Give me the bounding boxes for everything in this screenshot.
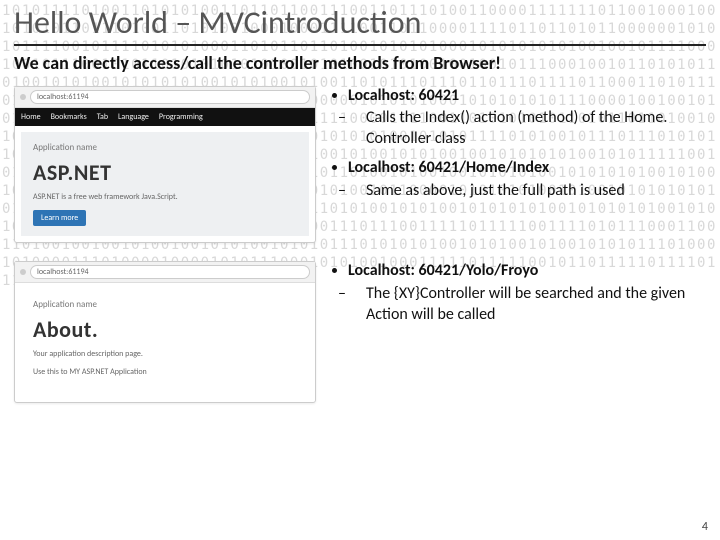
app-label: Application name [33, 142, 297, 153]
address-bar: localhost:61194 [30, 90, 310, 104]
bullet-item: Localhost: 60421/Home/Index –Same as abo… [348, 158, 706, 202]
bullet-item: Localhost: 60421/Yolo/Froyo –The {XY}Con… [348, 261, 706, 325]
bullet-list: Localhost: 60421 –Calls the Index() acti… [348, 86, 706, 202]
bullet-sub-text: The {XY}Controller will be searched and … [366, 284, 685, 324]
bullet-item: Localhost: 60421 –Calls the Index() acti… [348, 86, 706, 150]
bullet-block: Localhost: 60421 –Calls the Index() acti… [328, 86, 706, 243]
page-number: 4 [702, 520, 708, 534]
nav-item: Bookmarks [51, 112, 87, 122]
hero-box: Application name About. Your application… [21, 289, 309, 396]
hero-box: Application name ASP.NET ASP.NET is a fr… [21, 132, 309, 236]
app-label: Application name [33, 299, 297, 310]
browser-mock: localhost:61194 Home Bookmarks Tab Langu… [14, 86, 316, 243]
screenshot: localhost:61194 Application name About. … [14, 261, 316, 403]
nav-item: Programming [159, 112, 203, 122]
browser-mock: localhost:61194 Application name About. … [14, 261, 316, 403]
browser-chrome: localhost:61194 [15, 262, 315, 283]
browser-chrome: localhost:61194 [15, 87, 315, 108]
title-rule [14, 44, 706, 46]
hero-headline: ASP.NET [33, 159, 297, 186]
nav-item: Language [118, 112, 149, 122]
site-navbar: Home Bookmarks Tab Language Programming [15, 108, 315, 126]
address-bar: localhost:61194 [30, 265, 310, 279]
hero-footnote: Use this to MY ASP.NET Application [33, 367, 297, 377]
bullet-sub: –Same as above, just the full path is us… [348, 181, 706, 202]
bullet-sub: –Calls the Index() action (method) of th… [348, 108, 706, 150]
bullet-block: Localhost: 60421/Yolo/Froyo –The {XY}Con… [328, 261, 706, 403]
hero-headline: About. [33, 316, 297, 343]
bullet-sub-text: Same as above, just the full path is use… [366, 181, 625, 200]
screenshot: localhost:61194 Home Bookmarks Tab Langu… [14, 86, 316, 243]
window-dot [20, 94, 26, 100]
bullet-list: Localhost: 60421/Yolo/Froyo –The {XY}Con… [348, 261, 706, 325]
bullet-head: Localhost: 60421/Yolo/Froyo [348, 261, 538, 280]
bullet-sub: –The {XY}Controller will be searched and… [348, 284, 706, 326]
hero-desc: ASP.NET is a free web framework Java.Scr… [33, 192, 297, 202]
nav-item: Home [21, 112, 41, 122]
content-row: localhost:61194 Application name About. … [14, 261, 706, 403]
hero-desc: Your application description page. [33, 349, 297, 359]
bullet-sub-text: Calls the Index() action (method) of the… [366, 108, 667, 148]
learn-more-button: Learn more [33, 210, 86, 226]
slide-title: Hello World – MVCintroduction [14, 6, 706, 40]
nav-item: Tab [97, 112, 108, 122]
bullet-head: Localhost: 60421 [348, 86, 459, 105]
bullet-head: Localhost: 60421/Home/Index [348, 158, 549, 177]
slide-content: Hello World – MVCintroduction We can dir… [0, 0, 720, 540]
content-row: localhost:61194 Home Bookmarks Tab Langu… [14, 86, 706, 243]
window-dot [20, 269, 26, 275]
slide-subtitle: We can directly access/call the controll… [14, 52, 706, 74]
